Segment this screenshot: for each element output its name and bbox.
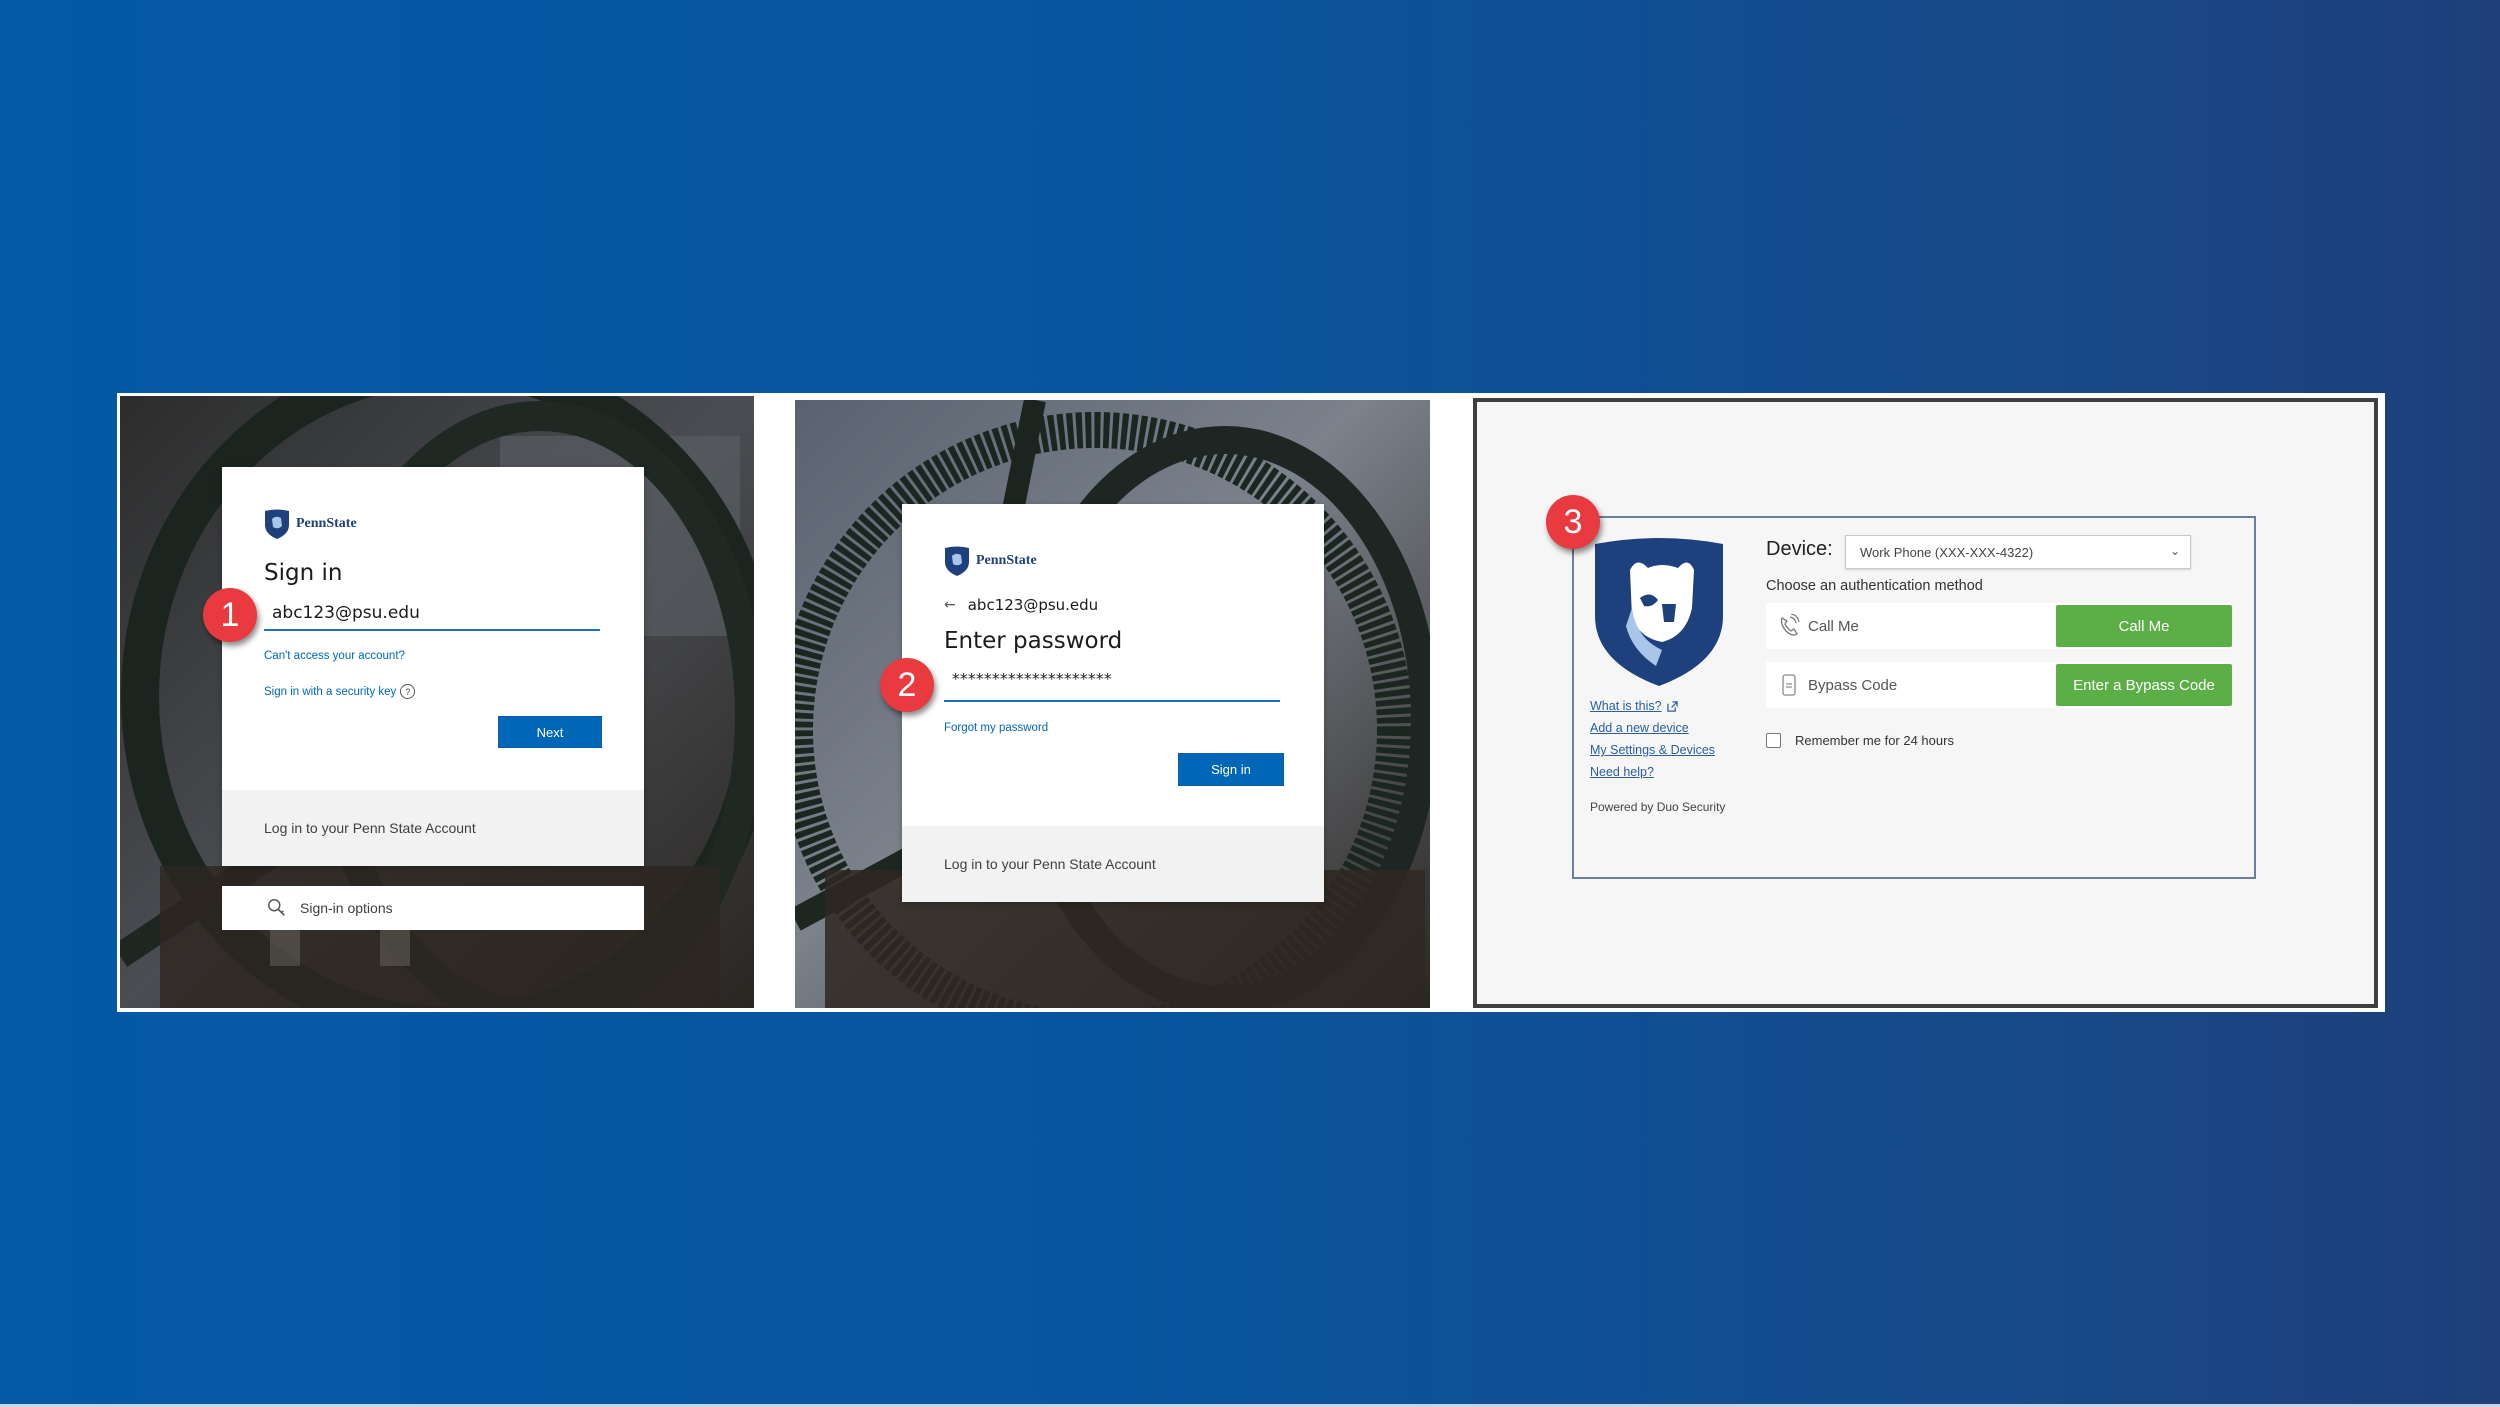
footer-text: Log in to your Penn State Account xyxy=(944,856,1156,872)
email-display: abc123@psu.edu xyxy=(967,596,1099,614)
password-input[interactable]: ******************** xyxy=(944,670,1280,702)
signin-title: Sign in xyxy=(264,560,343,586)
pennstate-shield-icon xyxy=(945,546,969,576)
step-badge-3: 3 xyxy=(1546,495,1600,549)
forgot-password-link[interactable]: Forgot my password xyxy=(944,722,1048,734)
what-is-this-link[interactable]: What is this? xyxy=(1590,699,1678,713)
signin-card: PennState Sign in abc123@psu.edu Can't a… xyxy=(222,467,644,866)
device-label: Device: xyxy=(1766,538,1833,560)
footer-text: Log in to your Penn State Account xyxy=(264,820,476,836)
device-select[interactable]: Work Phone (XXX-XXX-4322) ⌄ xyxy=(1845,535,2191,569)
next-button[interactable]: Next xyxy=(498,716,602,748)
need-help-link[interactable]: Need help? xyxy=(1590,765,1654,779)
pennstate-shield-icon xyxy=(265,509,289,539)
step-badge-1: 1 xyxy=(203,588,257,642)
pennstate-logo: PennState xyxy=(264,509,357,539)
external-link-icon xyxy=(1666,700,1678,712)
powered-by-duo: Powered by Duo Security xyxy=(1590,800,1726,814)
enter-password-title: Enter password xyxy=(944,628,1123,654)
back-arrow-icon[interactable]: ← xyxy=(944,597,956,613)
pennstate-wordmark: PennState xyxy=(976,553,1037,568)
security-key-link[interactable]: Sign in with a security key ? xyxy=(264,684,416,699)
help-icon[interactable]: ? xyxy=(400,684,416,699)
email-input[interactable]: abc123@psu.edu xyxy=(264,603,600,631)
device-selected-value: Work Phone (XXX-XXX-4322) xyxy=(1860,544,2034,560)
signin-options-button[interactable]: Sign-in options xyxy=(222,886,644,930)
card-footer: Log in to your Penn State Account xyxy=(902,826,1324,902)
nittany-lion-shield-icon xyxy=(1595,538,1723,686)
method-row-bypass-code: Bypass Code Enter a Bypass Code xyxy=(1766,662,2232,708)
phone-call-icon xyxy=(1780,614,1800,636)
security-key-link-label: Sign in with a security key xyxy=(264,685,397,698)
remember-me-checkbox[interactable] xyxy=(1766,733,1781,748)
bypass-code-icon xyxy=(1782,674,1796,696)
method-row-call-me: Call Me Call Me xyxy=(1766,603,2232,649)
step-badge-2: 2 xyxy=(880,658,934,712)
my-settings-devices-link[interactable]: My Settings & Devices xyxy=(1590,743,1715,757)
signin-options-label: Sign-in options xyxy=(300,900,393,916)
cant-access-account-link[interactable]: Can't access your account? xyxy=(264,650,405,662)
enter-bypass-code-button[interactable]: Enter a Bypass Code xyxy=(2056,664,2232,706)
call-me-button[interactable]: Call Me xyxy=(2056,605,2232,647)
bypass-code-label: Bypass Code xyxy=(1808,676,1898,694)
call-me-label: Call Me xyxy=(1808,617,1859,635)
key-search-icon xyxy=(268,899,285,916)
pennstate-wordmark: PennState xyxy=(296,516,357,531)
chevron-down-icon: ⌄ xyxy=(2169,544,2180,558)
card-footer: Log in to your Penn State Account xyxy=(222,790,644,866)
pennstate-logo: PennState xyxy=(944,546,1037,576)
back-to-email[interactable]: ← abc123@psu.edu xyxy=(944,596,1098,614)
what-is-this-label: What is this? xyxy=(1590,699,1662,713)
add-new-device-link[interactable]: Add a new device xyxy=(1590,721,1689,735)
signin-button[interactable]: Sign in xyxy=(1178,753,1284,786)
remember-me[interactable]: Remember me for 24 hours xyxy=(1766,733,1954,748)
choose-method-text: Choose an authentication method xyxy=(1766,578,1983,594)
password-card: PennState ← abc123@psu.edu Enter passwor… xyxy=(902,504,1324,902)
remember-me-label: Remember me for 24 hours xyxy=(1795,733,1954,748)
